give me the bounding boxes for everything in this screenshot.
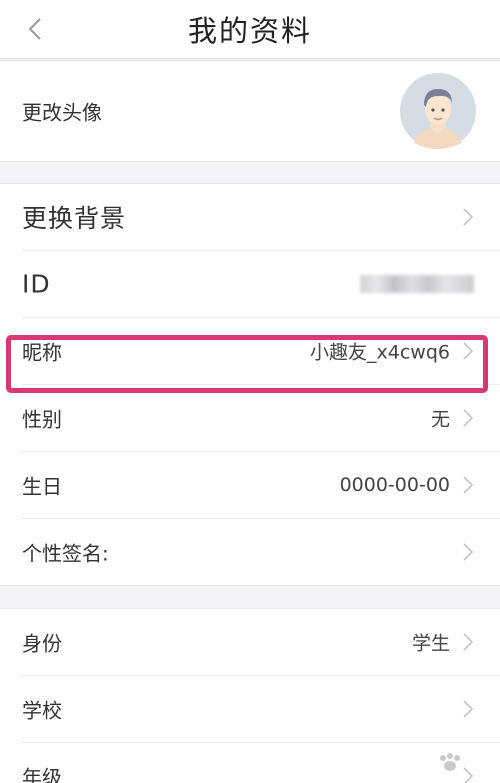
birthday-label: 生日	[22, 474, 62, 499]
avatar[interactable]	[400, 73, 476, 149]
id-label: ID	[22, 269, 51, 299]
chevron-right-icon	[463, 409, 474, 427]
nickname-row[interactable]: 昵称 小趣友_x4cwq6	[22, 318, 500, 385]
change-background-row[interactable]: 更换背景	[22, 184, 500, 251]
signature-label: 个性签名:	[22, 541, 109, 566]
paw-icon	[440, 753, 460, 771]
identity-label: 身份	[22, 631, 62, 656]
change-avatar-row[interactable]: 更改头像	[22, 61, 500, 161]
gender-row[interactable]: 性别 无	[22, 385, 500, 452]
profile-info-section: 更换背景 ID 昵称 小趣友_x4cwq6 性别 无 生日 0000-00-00	[0, 183, 500, 586]
identity-value: 学生	[411, 632, 450, 655]
id-row: ID	[22, 251, 500, 318]
profile-screen: 我的资料 更改头像 更换背景 ID 昵称 小趣友_x4cwq6 性别 无 生日 …	[0, 0, 500, 783]
chevron-right-icon	[463, 208, 474, 226]
chevron-right-icon	[463, 633, 474, 651]
signature-row[interactable]: 个性签名:	[22, 519, 500, 585]
school-label: 学校	[22, 698, 62, 723]
nickname-value: 小趣友_x4cwq6	[310, 341, 450, 364]
birthday-value: 0000-00-00	[339, 474, 450, 496]
chevron-right-icon	[463, 543, 474, 561]
birthday-row[interactable]: 生日 0000-00-00	[22, 452, 500, 519]
chevron-right-icon	[463, 476, 474, 494]
gender-value: 无	[430, 408, 450, 431]
watermark-logo	[402, 747, 488, 779]
id-value-redacted	[360, 275, 474, 293]
gender-label: 性别	[22, 407, 62, 432]
nickname-label: 昵称	[22, 340, 62, 365]
change-background-label: 更换背景	[22, 204, 127, 233]
identity-row[interactable]: 身份 学生	[22, 609, 500, 676]
avatar-section: 更改头像	[0, 60, 500, 162]
top-nav-bar: 我的资料	[0, 0, 500, 59]
school-row[interactable]: 学校	[22, 676, 500, 743]
chevron-right-icon	[463, 342, 474, 360]
chevron-right-icon	[463, 700, 474, 718]
grade-label: 年级	[22, 765, 62, 783]
change-avatar-label: 更改头像	[22, 100, 102, 125]
page-title: 我的资料	[187, 14, 312, 48]
